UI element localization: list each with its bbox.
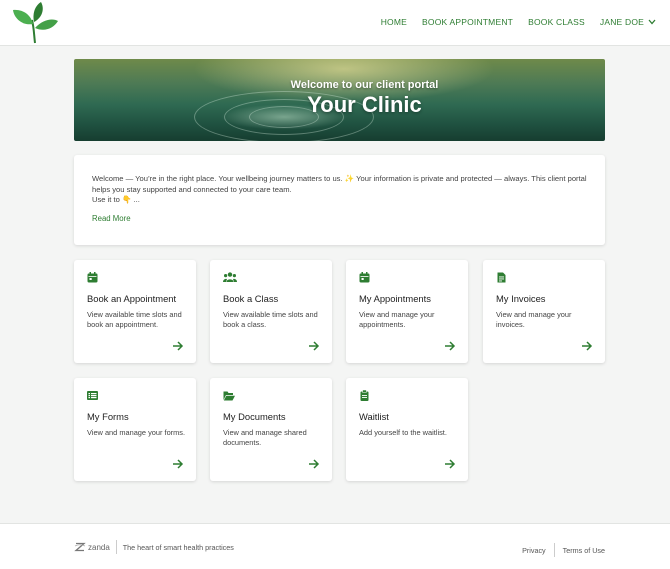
card-title: My Forms <box>87 411 129 422</box>
top-navbar: HOME BOOK APPOINTMENT BOOK CLASS JANE DO… <box>0 0 670 46</box>
footer: zanda The heart of smart health practice… <box>0 523 670 569</box>
folder-open-icon <box>223 391 235 401</box>
arrow-right-icon[interactable] <box>308 458 320 470</box>
card-description: View and manage your invoices. <box>496 310 572 329</box>
arrow-right-icon[interactable] <box>308 340 320 352</box>
book-class-card[interactable]: Book a Class View available time slots a… <box>210 260 332 363</box>
calendar-icon <box>359 272 370 283</box>
arrow-right-icon[interactable] <box>444 340 456 352</box>
my-appointments-card[interactable]: My Appointments View and manage your app… <box>346 260 468 363</box>
invoice-icon <box>497 272 506 283</box>
card-title: Book an Appointment <box>87 293 177 304</box>
arrow-right-icon[interactable] <box>172 340 184 352</box>
nav-book-appointment-link[interactable]: BOOK APPOINTMENT <box>422 17 513 27</box>
card-description: Add yourself to the waitlist. <box>359 428 447 437</box>
card-title: My Appointments <box>359 293 431 304</box>
waitlist-card[interactable]: Waitlist Add yourself to the waitlist. <box>346 378 468 481</box>
arrow-right-icon[interactable] <box>172 458 184 470</box>
nav-home-link[interactable]: HOME <box>381 17 407 27</box>
chevron-down-icon <box>648 19 656 25</box>
nav-book-class-link[interactable]: BOOK CLASS <box>528 17 585 27</box>
welcome-text-continued: Use it to 👇 ... <box>92 195 140 204</box>
footer-divider <box>115 540 117 554</box>
card-title: Book a Class <box>223 293 279 304</box>
card-description: View available time slots and book a cla… <box>223 310 318 329</box>
my-documents-card[interactable]: My Documents View and manage shared docu… <box>210 378 332 481</box>
my-forms-card[interactable]: My Forms View and manage your forms. <box>74 378 196 481</box>
footer-divider <box>553 543 555 557</box>
terms-link[interactable]: Terms of Use <box>563 546 605 555</box>
my-invoices-card[interactable]: My Invoices View and manage your invoice… <box>483 260 605 363</box>
footer-links: Privacy Terms of Use <box>522 543 605 557</box>
card-description: View available time slots and book an ap… <box>87 310 182 329</box>
card-description: View and manage your appointments. <box>359 310 435 329</box>
user-name: JANE DOE <box>599 17 644 27</box>
brand-name: zanda <box>88 542 110 552</box>
hero-title: Your Clinic <box>307 92 422 117</box>
main-nav: HOME BOOK APPOINTMENT BOOK CLASS JANE DO… <box>366 17 656 27</box>
card-title: My Invoices <box>496 293 546 304</box>
card-title: My Documents <box>223 411 286 422</box>
footer-brand: zanda The heart of smart health practice… <box>74 540 234 554</box>
calendar-icon <box>87 272 98 283</box>
read-more-link[interactable]: Read More <box>92 214 131 223</box>
user-menu[interactable]: JANE DOE <box>600 17 656 27</box>
book-appointment-card[interactable]: Book an Appointment View available time … <box>74 260 196 363</box>
list-icon <box>87 391 98 400</box>
card-title: Waitlist <box>359 411 389 422</box>
hero-text: Welcome to our client portal Your Clinic <box>74 79 605 118</box>
hero-subtitle: Welcome to our client portal <box>290 79 439 91</box>
welcome-text: Welcome — You’re in the right place. You… <box>92 174 587 194</box>
card-description: View and manage shared documents. <box>223 428 307 447</box>
zanda-logo-icon <box>74 542 86 552</box>
leaf-logo[interactable] <box>12 2 60 44</box>
users-icon <box>223 272 237 282</box>
clipboard-icon <box>360 390 369 401</box>
welcome-panel: Welcome — You’re in the right place. You… <box>74 155 605 245</box>
card-description: View and manage your forms. <box>87 428 186 437</box>
footer-tagline: The heart of smart health practices <box>122 542 234 552</box>
arrow-right-icon[interactable] <box>581 340 593 352</box>
arrow-right-icon[interactable] <box>444 458 456 470</box>
privacy-link[interactable]: Privacy <box>522 546 546 555</box>
hero-banner: Welcome to our client portal Your Clinic <box>74 59 605 141</box>
